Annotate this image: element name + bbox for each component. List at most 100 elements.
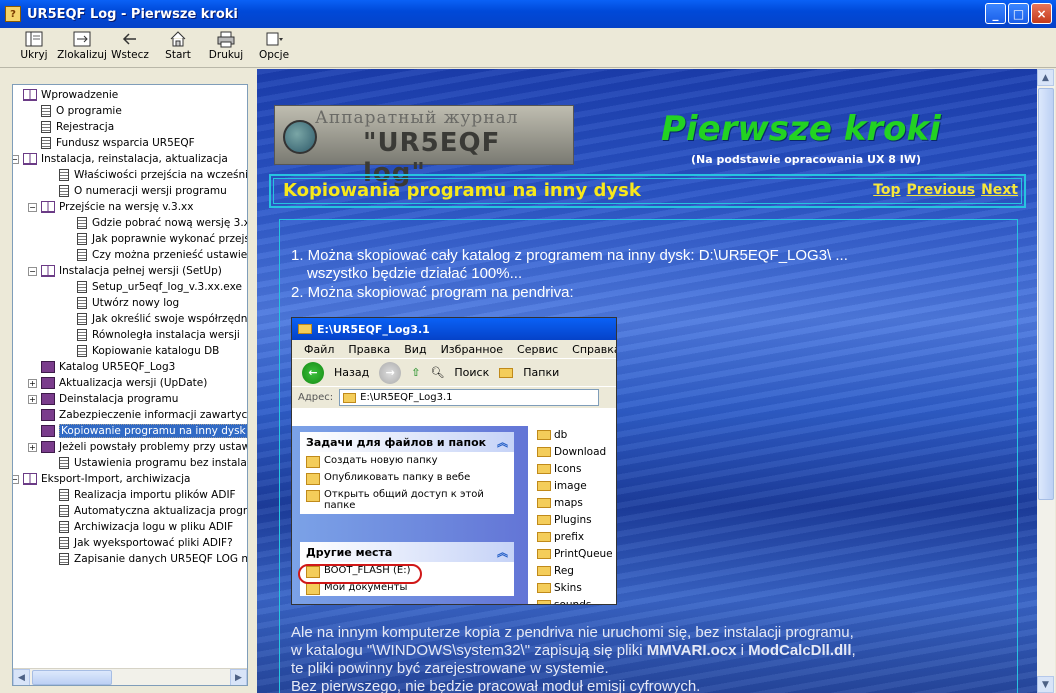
- highlight-oval: [298, 564, 422, 584]
- tree-item[interactable]: Zapisanie danych UR5EQF LOG na: [59, 551, 247, 567]
- collapse-icon[interactable]: −: [28, 266, 37, 276]
- scroll-down-icon[interactable]: ▼: [1037, 676, 1054, 693]
- window-titlebar: ? UR5EQF Log - Pierwsze kroki _ □ ×: [0, 0, 1056, 28]
- page-icon: [59, 521, 69, 533]
- scroll-right-icon[interactable]: ▶: [230, 669, 247, 685]
- tree-item[interactable]: Jak wyeksportować pliki ADIF?: [59, 535, 233, 551]
- section-title: Kopiowania programu na inny dysk: [283, 180, 641, 201]
- page-icon: [77, 345, 87, 357]
- tree-item[interactable]: Jak poprawnie wykonać przejśc: [77, 231, 247, 247]
- paragraph-3c: te pliki powinny być zarejestrowane w sy…: [291, 660, 609, 677]
- collapse-icon[interactable]: −: [13, 474, 19, 484]
- tree-item-label: Automatyczna aktualizacja programu: [74, 505, 247, 517]
- tree-item[interactable]: O programie: [41, 103, 122, 119]
- page-icon: [59, 553, 69, 565]
- tree-item[interactable]: Zabezpieczenie informacji zawartycl: [41, 407, 247, 423]
- options-button[interactable]: Opcje: [250, 28, 298, 66]
- tree-item[interactable]: − Przejście na wersję v.3.xx: [28, 199, 193, 215]
- tree-item[interactable]: Fundusz wsparcia UR5EQF: [41, 135, 195, 151]
- minimize-button[interactable]: _: [985, 3, 1006, 24]
- tree-item[interactable]: Kopiowanie katalogu DB: [77, 343, 219, 359]
- tree-item[interactable]: Kopiowanie programu na inny dysk: [41, 423, 247, 439]
- tree-horizontal-scrollbar[interactable]: ◀ ▶: [13, 668, 247, 685]
- expand-icon[interactable]: +: [28, 394, 37, 404]
- scroll-up-icon[interactable]: ▲: [1037, 69, 1054, 86]
- open-book-icon: [23, 473, 37, 485]
- tree-item[interactable]: − Eksport-Import, archiwizacja: [13, 471, 190, 487]
- tree-item[interactable]: Realizacja importu plików ADIF: [59, 487, 236, 503]
- tree-item[interactable]: Czy można przenieść ustawieni: [77, 247, 247, 263]
- expand-icon[interactable]: +: [28, 442, 37, 452]
- content-vertical-scrollbar[interactable]: ▲ ▼: [1037, 69, 1055, 693]
- page-icon: [59, 489, 69, 501]
- tree-item[interactable]: Katalog UR5EQF_Log3: [41, 359, 175, 375]
- navigation-pane: Wprowadzenie O programie Rejestracja Fundus…: [3, 70, 253, 690]
- paragraph-3b: w katalogu "\WINDOWS\system32\" zapisują…: [291, 642, 856, 659]
- open-book-icon: [41, 201, 55, 213]
- app-icon: ?: [5, 6, 21, 22]
- tree-item[interactable]: Gdzie pobrać nową wersję 3.xx: [77, 215, 247, 231]
- tree-item[interactable]: Wprowadzenie: [23, 87, 118, 103]
- page-nav: Top Previous Next: [873, 182, 1018, 198]
- places-title: Другие места: [306, 545, 393, 559]
- scroll-left-icon[interactable]: ◀: [13, 669, 30, 685]
- file-item-label: db: [554, 428, 568, 441]
- scroll-thumb[interactable]: [32, 670, 112, 685]
- paragraph-3d: Bez pierwszego, nie będzie pracował modu…: [291, 678, 701, 693]
- collapse-icon[interactable]: −: [13, 154, 19, 164]
- tree-item[interactable]: + Deinstalacja programu: [28, 391, 178, 407]
- print-icon: [215, 30, 237, 48]
- tree-item[interactable]: Archiwizacja logu w pliku ADIF: [59, 519, 233, 535]
- globe-icon: [283, 120, 317, 154]
- maximize-button[interactable]: □: [1008, 3, 1029, 24]
- top-link[interactable]: Top: [873, 182, 900, 198]
- tree-item[interactable]: + Jeżeli powstały problemy przy ustaw: [28, 439, 247, 455]
- folder-icon: [537, 480, 551, 491]
- locate-button[interactable]: Zlokalizuj: [57, 28, 107, 66]
- tree-item-label: Rejestracja: [56, 121, 115, 133]
- tree-item[interactable]: O numeracji wersji programu: [59, 183, 227, 199]
- explorer-menu: Файл Правка Вид Избранное Сервис Справка: [292, 340, 616, 358]
- page-icon: [59, 537, 69, 549]
- next-link[interactable]: Next: [981, 182, 1018, 198]
- address-box: E:\UR5EQF_Log3.1: [339, 389, 600, 406]
- print-label: Drukuj: [208, 49, 244, 61]
- tasks-header: Задачи для файлов и папок ︽: [300, 432, 514, 452]
- tree-item[interactable]: Utwórz nowy log: [77, 295, 179, 311]
- tree-item[interactable]: + Aktualizacja wersji (UpDate): [28, 375, 207, 391]
- close-button[interactable]: ×: [1031, 3, 1052, 24]
- tree-item-label: Gdzie pobrać nową wersję 3.xx: [92, 217, 247, 229]
- expand-icon[interactable]: +: [28, 378, 37, 388]
- contents-tree[interactable]: Wprowadzenie O programie Rejestracja Fundus…: [12, 84, 248, 686]
- file-item-label: prefix: [554, 530, 585, 543]
- book-icon: [41, 441, 55, 453]
- tree-item[interactable]: − Instalacja, reinstalacja, aktualizacja: [13, 151, 228, 167]
- page-icon: [77, 217, 87, 229]
- file-item: image: [534, 477, 616, 494]
- file-item-label: Download: [554, 445, 607, 458]
- content-scroll-thumb[interactable]: [1038, 88, 1054, 500]
- task-item: Опубликовать папку в вебе: [300, 469, 514, 486]
- tree-item[interactable]: Jak określić swoje współrzędne: [77, 311, 247, 327]
- collapse-icon[interactable]: −: [28, 202, 37, 212]
- file-item: maps: [534, 494, 616, 511]
- tree-item[interactable]: Równoległa instalacja wersji: [77, 327, 240, 343]
- tree-item[interactable]: Właściwości przejścia na wcześniej: [59, 167, 247, 183]
- previous-link[interactable]: Previous: [907, 182, 976, 198]
- tree-item[interactable]: − Instalacja pełnej wersji (SetUp): [28, 263, 222, 279]
- logo-line1: Аппаратный журнал: [315, 108, 519, 128]
- file-item-label: Skins: [554, 581, 582, 594]
- tree-item-label: Instalacja pełnej wersji (SetUp): [59, 265, 222, 277]
- tree-item[interactable]: Setup_ur5eqf_log_v.3.xx.exe: [77, 279, 242, 295]
- print-button[interactable]: Drukuj: [202, 28, 250, 66]
- back-button[interactable]: Wstecz: [106, 28, 154, 66]
- tree-item-label: Aktualizacja wersji (UpDate): [59, 377, 208, 389]
- tree-item[interactable]: Ustawienia programu bez instalacji: [59, 455, 247, 471]
- hide-button[interactable]: Ukryj: [10, 28, 58, 66]
- tree-item-label: Zabezpieczenie informacji zawartycl: [59, 409, 247, 421]
- page-icon: [41, 105, 51, 117]
- start-button[interactable]: Start: [154, 28, 202, 66]
- tree-item-label: Wprowadzenie: [41, 89, 119, 101]
- tree-item[interactable]: Automatyczna aktualizacja programu: [59, 503, 247, 519]
- tree-item[interactable]: Rejestracja: [41, 119, 114, 135]
